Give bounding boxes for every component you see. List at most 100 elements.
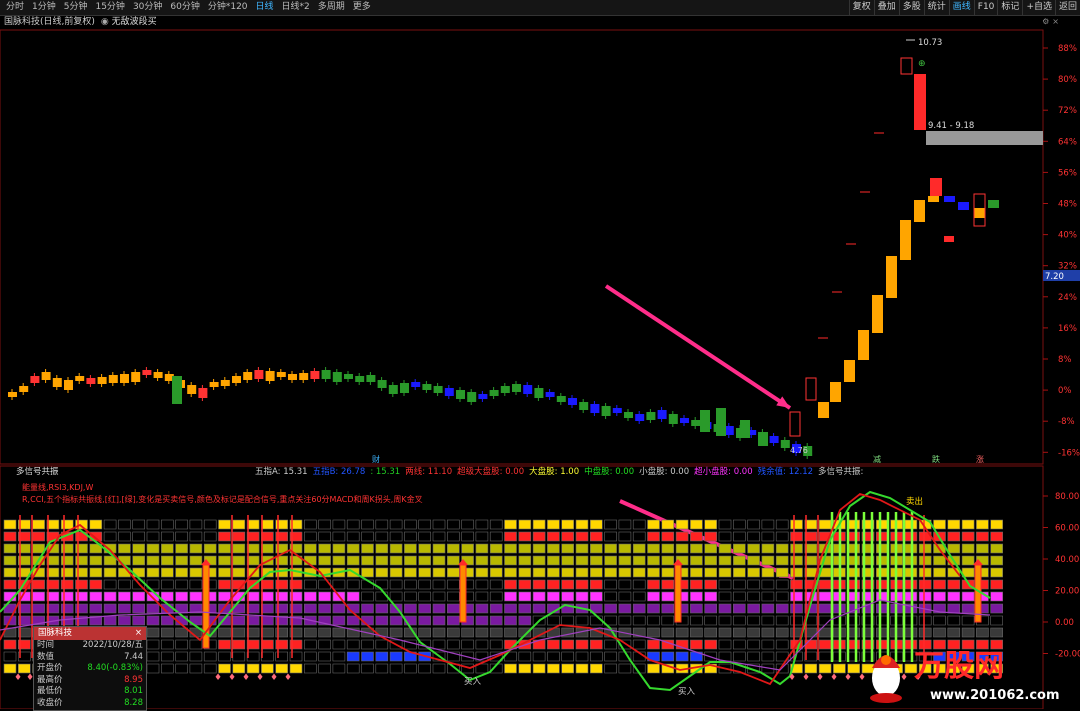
indicator-value: 五指B: 26.78 [312, 467, 366, 477]
signal-cell [332, 519, 346, 530]
signal-cell [976, 519, 989, 530]
signal-cell [704, 615, 718, 626]
candle-body [523, 385, 533, 394]
signal-cell [161, 627, 174, 638]
signal-cell [775, 567, 789, 578]
indicator-name: 多信号共振 [16, 467, 59, 477]
signal-cell [718, 543, 732, 554]
signal-cell [947, 519, 961, 530]
signal-cell [303, 531, 317, 542]
signal-cell [675, 543, 689, 554]
signal-cell [718, 615, 732, 626]
signal-cell [389, 651, 403, 662]
candle-body [131, 372, 141, 382]
signal-cell [346, 651, 360, 662]
price-axis-label: 56% [1058, 168, 1077, 178]
price-chart[interactable]: 88%80%72%64%56%48%40%32%24%16%8%0%-8%-16… [0, 0, 1080, 709]
signal-cell [418, 519, 432, 530]
candle-body [64, 380, 73, 390]
watermark: 万股网 www.201062.com [858, 638, 1080, 709]
signal-cell [218, 567, 231, 578]
candle-body [321, 370, 331, 379]
signal-cell [790, 591, 803, 602]
osc-axis-label: 60.00 [1055, 524, 1079, 534]
signal-cell [461, 639, 474, 650]
signal-cell [60, 567, 74, 578]
signal-cell [675, 651, 689, 662]
signal-cell [961, 531, 975, 542]
signal-cell [647, 663, 660, 674]
signal-cell [532, 531, 546, 542]
signal-cell [146, 567, 160, 578]
signal-cell [604, 591, 617, 602]
popup-row: 最高价 8.95 [34, 675, 146, 687]
popup-title: 国脉科技 [38, 628, 73, 638]
rocket-bar [459, 564, 467, 623]
signal-cell [647, 543, 660, 554]
signal-cell [89, 579, 103, 590]
candle-body [914, 200, 925, 222]
signal-cell [332, 651, 346, 662]
signal-cell [175, 555, 188, 566]
signal-cell [604, 531, 617, 542]
signal-cell [361, 663, 374, 674]
signal-cell [218, 555, 231, 566]
candle-body [232, 376, 241, 383]
signal-cell [947, 615, 961, 626]
price-axis-label: 64% [1058, 137, 1077, 147]
close-icon[interactable]: × [135, 627, 142, 640]
candle-body [120, 374, 129, 383]
signal-cell [161, 567, 174, 578]
signal-cell [103, 567, 117, 578]
signal-cell [575, 519, 589, 530]
signal-cell [89, 603, 103, 614]
signal-cell [432, 555, 446, 566]
diamond-marker: ♦ [802, 673, 810, 683]
signal-cell [518, 651, 532, 662]
signal-cell [418, 555, 432, 566]
signal-cell [761, 543, 775, 554]
signal-cell [332, 663, 346, 674]
signal-cell [547, 627, 560, 638]
signal-cell [261, 663, 274, 674]
signal-cell [933, 555, 946, 566]
signal-cell [375, 519, 389, 530]
signal-cell [690, 639, 703, 650]
signal-cell [518, 519, 532, 530]
signal-cell [175, 519, 188, 530]
signal-cell [303, 591, 317, 602]
signal-cell [976, 543, 989, 554]
signal-cell [690, 591, 703, 602]
indicator-value: 两线: 11.10 [405, 467, 453, 477]
signal-cell [761, 615, 775, 626]
signal-cell [132, 531, 145, 542]
signal-cell [232, 663, 246, 674]
candle-body [780, 440, 790, 448]
signal-cell [918, 627, 932, 638]
candle-body [886, 256, 897, 298]
signal-cell [475, 639, 489, 650]
signal-cell [389, 519, 403, 530]
signal-cell [118, 531, 131, 542]
signal-cell [432, 603, 446, 614]
candle-body [944, 196, 955, 202]
popup-row-label: 最高价 [37, 674, 63, 685]
signal-cell [575, 543, 589, 554]
signal-cell [575, 555, 589, 566]
signal-cell [118, 519, 131, 530]
signal-cell [218, 663, 231, 674]
candle-body [254, 370, 264, 379]
signal-cell [847, 591, 861, 602]
signal-cell [518, 555, 532, 566]
signal-cell [775, 627, 789, 638]
signal-cell [60, 603, 74, 614]
main-frame [0, 29, 1044, 465]
signal-cell [761, 591, 775, 602]
signal-cell [146, 615, 160, 626]
signal-cell [246, 651, 260, 662]
signal-cell [418, 531, 432, 542]
signal-cell [60, 579, 74, 590]
signal-cell [618, 519, 632, 530]
signal-cell [661, 591, 675, 602]
popup-row-label: 时间 [37, 640, 55, 650]
